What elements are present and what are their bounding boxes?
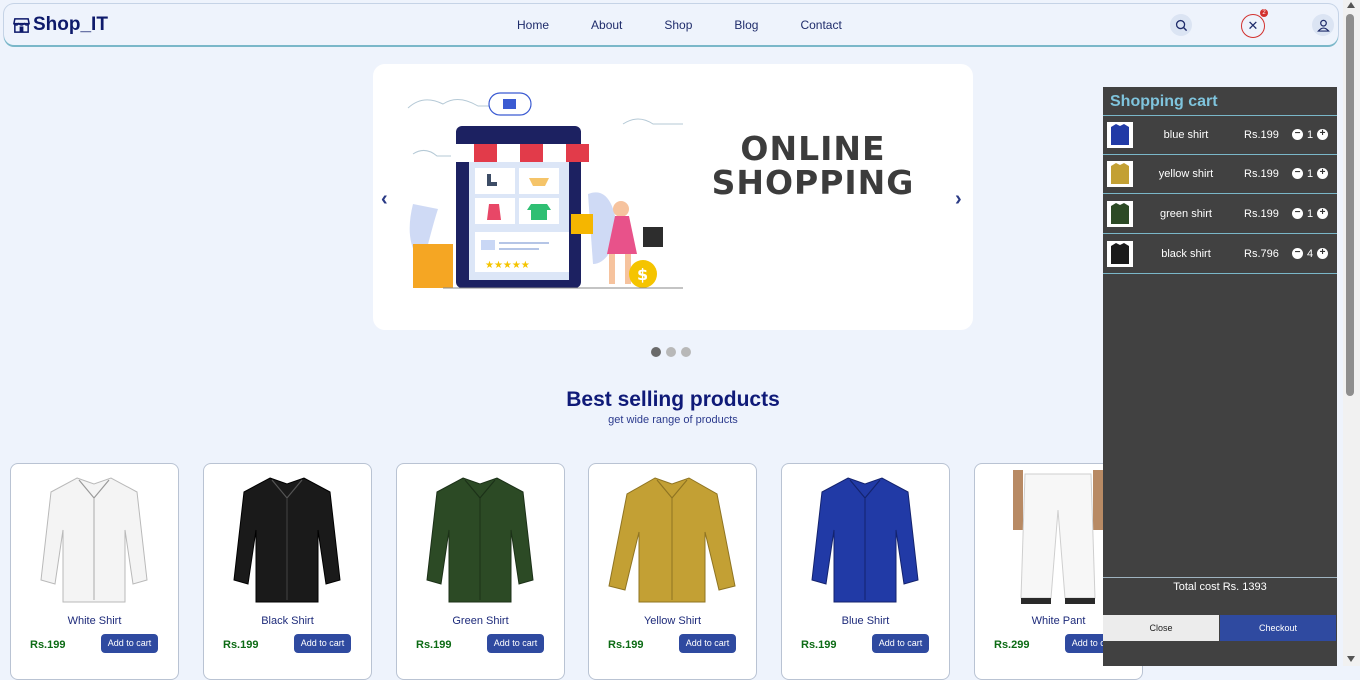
cart-item-price: Rs.199 [1244, 168, 1279, 180]
product-card-green-shirt: Green Shirt Rs.199 Add to cart [396, 463, 565, 680]
banner-title-line1: ONLINE [740, 129, 886, 168]
carousel-dot[interactable] [651, 347, 661, 357]
cart-item-image [1107, 241, 1133, 267]
close-icon: ✕ [1247, 18, 1259, 33]
banner-title: ONLINE SHOPPING [673, 132, 953, 200]
nav-link-about[interactable]: About [591, 18, 622, 32]
cart-title: Shopping cart [1110, 93, 1218, 110]
add-to-cart-button[interactable]: Add to cart [294, 634, 351, 653]
search-icon [1175, 19, 1187, 31]
cart-item-quantity: 1 [1306, 168, 1314, 180]
cart-total: Total cost Rs. 1393 [1173, 581, 1267, 593]
decrease-quantity-button[interactable]: − [1292, 168, 1303, 179]
navbar: Shop_IT Home About Shop Blog Contact ✕ 2 [4, 4, 1338, 45]
cart-item-quantity: 1 [1306, 208, 1314, 220]
cart-count-badge: 2 [1260, 9, 1268, 17]
product-image [29, 470, 159, 606]
nav-link-contact[interactable]: Contact [800, 18, 841, 32]
carousel-dot[interactable] [666, 347, 676, 357]
increase-quantity-button[interactable]: + [1317, 208, 1328, 219]
product-price: Rs.199 [223, 639, 259, 651]
product-card-blue-shirt: Blue Shirt Rs.199 Add to cart [781, 463, 950, 680]
nav-link-shop[interactable]: Shop [664, 18, 692, 32]
scroll-down-arrow-icon[interactable] [1347, 656, 1355, 662]
close-cart-button[interactable]: Close [1103, 615, 1219, 641]
product-name: Black Shirt [261, 615, 314, 627]
search-button[interactable] [1170, 14, 1192, 36]
product-card-white-shirt: White Shirt Rs.199 Add to cart [10, 463, 179, 680]
product-image [607, 470, 737, 606]
product-price: Rs.299 [994, 639, 1030, 651]
shopping-cart-panel: Shopping cart blue shirt Rs.199 − 1 + ye… [1103, 87, 1337, 666]
product-price: Rs.199 [30, 639, 66, 651]
section-title: Best selling products [566, 388, 780, 411]
increase-quantity-button[interactable]: + [1317, 129, 1328, 140]
product-name: White Shirt [67, 615, 122, 627]
user-icon [1316, 19, 1330, 32]
cart-item-name: yellow shirt [1158, 168, 1214, 180]
scrollbar-thumb[interactable] [1346, 14, 1354, 396]
scroll-up-arrow-icon[interactable] [1347, 2, 1355, 8]
cart-item-image [1107, 201, 1133, 227]
product-price: Rs.199 [608, 639, 644, 651]
carousel-next-button[interactable]: › [955, 188, 962, 211]
decrease-quantity-button[interactable]: − [1292, 208, 1303, 219]
cart-item-image [1107, 122, 1133, 148]
increase-quantity-button[interactable]: + [1317, 248, 1328, 259]
nav-link-blog[interactable]: Blog [734, 18, 758, 32]
cart-item: green shirt Rs.199 − 1 + [1103, 195, 1337, 234]
product-card-black-shirt: Black Shirt Rs.199 Add to cart [203, 463, 372, 680]
cart-item-name: black shirt [1161, 248, 1211, 260]
cart-item-price: Rs.796 [1244, 248, 1279, 260]
svg-text:★★★★★: ★★★★★ [485, 260, 530, 271]
cart-toggle-button[interactable]: ✕ 2 [1241, 9, 1268, 38]
add-to-cart-button[interactable]: Add to cart [872, 634, 929, 653]
product-name: Blue Shirt [841, 615, 890, 627]
hero-carousel: ★★★★★ $ ONLINE SHOPPING ‹ › [373, 64, 973, 330]
svg-text:$: $ [637, 265, 648, 284]
nav-link-home[interactable]: Home [517, 18, 549, 32]
add-to-cart-button[interactable]: Add to cart [487, 634, 544, 653]
account-button[interactable] [1312, 14, 1334, 36]
product-image [415, 470, 545, 606]
add-to-cart-button[interactable]: Add to cart [679, 634, 736, 653]
checkout-button[interactable]: Checkout [1220, 615, 1336, 641]
cart-divider [1103, 577, 1337, 578]
brand-logo[interactable]: Shop_IT [12, 14, 108, 36]
cart-item-quantity: 4 [1306, 248, 1314, 260]
online-shopping-illustration: ★★★★★ $ [407, 92, 683, 289]
cart-item-image [1107, 161, 1133, 187]
decrease-quantity-button[interactable]: − [1292, 129, 1303, 140]
product-name: Yellow Shirt [643, 615, 702, 627]
cart-item-price: Rs.199 [1244, 129, 1279, 141]
product-image [800, 470, 930, 606]
decrease-quantity-button[interactable]: − [1292, 248, 1303, 259]
carousel-dot[interactable] [681, 347, 691, 357]
store-icon [12, 17, 31, 33]
section-subtitle: get wide range of products [608, 414, 738, 426]
carousel-prev-button[interactable]: ‹ [381, 188, 388, 211]
cart-item: yellow shirt Rs.199 − 1 + [1103, 155, 1337, 194]
cart-item-price: Rs.199 [1244, 208, 1279, 220]
product-price: Rs.199 [416, 639, 452, 651]
banner-title-line2: SHOPPING [711, 163, 915, 202]
product-image [222, 470, 352, 606]
product-card-yellow-shirt: Yellow Shirt Rs.199 Add to cart [588, 463, 757, 680]
cart-item: black shirt Rs.796 − 4 + [1103, 235, 1337, 274]
nav-links: Home About Shop Blog Contact [517, 18, 884, 32]
product-price: Rs.199 [801, 639, 837, 651]
product-name: Green Shirt [452, 615, 509, 627]
cart-item-name: blue shirt [1163, 129, 1209, 141]
brand-name: Shop_IT [33, 14, 108, 35]
cart-item: blue shirt Rs.199 − 1 + [1103, 115, 1337, 155]
cart-item-name: green shirt [1160, 208, 1212, 220]
increase-quantity-button[interactable]: + [1317, 168, 1328, 179]
carousel-indicators [651, 347, 691, 357]
add-to-cart-button[interactable]: Add to cart [101, 634, 158, 653]
cart-item-quantity: 1 [1306, 129, 1314, 141]
